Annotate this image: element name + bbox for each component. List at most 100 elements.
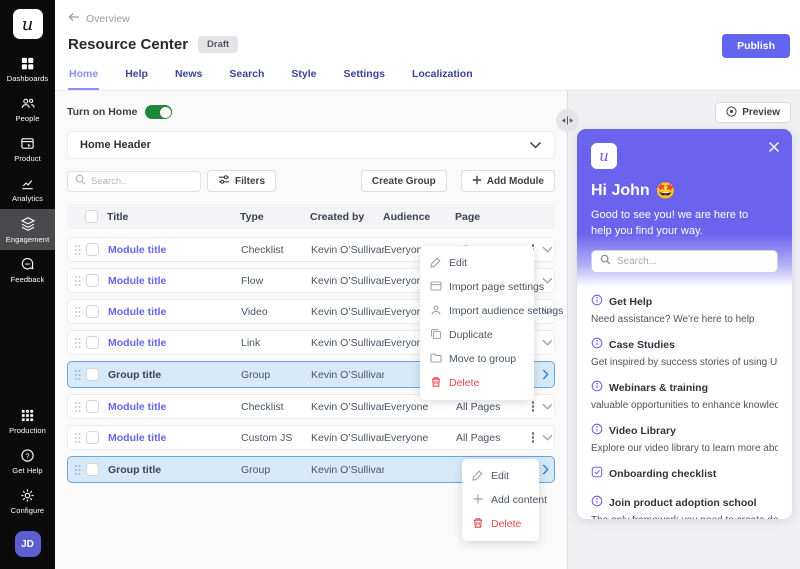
type-cell: Checklist xyxy=(241,244,311,256)
drag-handle-icon[interactable] xyxy=(74,306,86,318)
tab-help[interactable]: Help xyxy=(124,62,149,90)
menu-item-import-audience-settings[interactable]: Import audience settings xyxy=(420,299,534,323)
sidebar-item-analytics[interactable]: Analytics xyxy=(0,169,55,209)
userpilot-logo[interactable]: u xyxy=(13,9,43,39)
sidebar-item-dashboards[interactable]: Dashboards xyxy=(0,49,55,89)
widget-item-get-help[interactable]: Get Help Need assistance? We're here to … xyxy=(591,293,778,325)
greeting-text: Hi John xyxy=(591,182,650,200)
menu-item-move-to-group[interactable]: Move to group xyxy=(420,347,534,371)
drag-handle-icon[interactable] xyxy=(74,337,86,349)
back-label: Overview xyxy=(86,13,130,25)
row-checkbox[interactable] xyxy=(86,243,99,256)
filters-button[interactable]: Filters xyxy=(207,170,276,192)
sidebar-item-feedback[interactable]: Feedback xyxy=(0,250,55,290)
widget-item-onboarding-checklist[interactable]: Onboarding checklist xyxy=(591,465,778,483)
drag-handle-icon[interactable] xyxy=(74,401,86,413)
table-row[interactable]: Module title Custom JS Kevin O’Sullivan … xyxy=(67,425,555,450)
tab-news[interactable]: News xyxy=(174,62,203,90)
row-checkbox[interactable] xyxy=(86,368,99,381)
sidebar-item-product[interactable]: Product xyxy=(0,129,55,169)
sidebar-item-production[interactable]: Production xyxy=(0,401,55,441)
tab-localization[interactable]: Localization xyxy=(411,62,474,90)
trash-icon xyxy=(472,517,484,532)
column-type: Type xyxy=(240,211,310,223)
preview-button[interactable]: Preview xyxy=(715,102,791,123)
row-checkbox[interactable] xyxy=(86,431,99,444)
back-to-overview[interactable]: Overview xyxy=(68,12,130,25)
module-title-link[interactable]: Module title xyxy=(108,275,241,287)
close-icon[interactable] xyxy=(768,141,780,153)
widget-item-case-studies[interactable]: Case Studies Get inspired by success sto… xyxy=(591,336,778,368)
chevron-down-icon[interactable] xyxy=(542,277,557,284)
menu-item-add-content[interactable]: Add content xyxy=(462,488,539,512)
chevron-down-icon[interactable] xyxy=(542,246,557,253)
select-all-checkbox[interactable] xyxy=(85,210,98,223)
drag-handle-icon[interactable] xyxy=(74,464,86,476)
item-title: Webinars & training xyxy=(609,382,708,394)
menu-item-edit[interactable]: Edit xyxy=(462,464,539,488)
widget-search-input[interactable] xyxy=(617,256,769,267)
column-title: Title xyxy=(107,211,240,223)
sidebar-item-people[interactable]: People xyxy=(0,89,55,129)
user-avatar[interactable]: JD xyxy=(15,531,41,557)
menu-item-delete[interactable]: Delete xyxy=(420,371,534,395)
module-title-link[interactable]: Module title xyxy=(108,337,241,349)
widget-item-webinars[interactable]: Webinars & training valuable opportuniti… xyxy=(591,379,778,411)
row-checkbox[interactable] xyxy=(86,463,99,476)
add-module-button[interactable]: Add Module xyxy=(461,170,555,192)
menu-label: Import audience settings xyxy=(449,305,563,317)
module-search[interactable] xyxy=(67,171,201,192)
widget-item-adoption-school[interactable]: Join product adoption school The only fr… xyxy=(591,494,778,519)
chevron-down-icon[interactable] xyxy=(542,403,557,410)
item-title: Get Help xyxy=(609,296,652,308)
chevron-right-icon[interactable] xyxy=(542,464,553,475)
chevron-down-icon[interactable] xyxy=(542,434,557,441)
audience-cell: Everyone xyxy=(384,401,456,413)
row-checkbox[interactable] xyxy=(86,274,99,287)
search-input[interactable] xyxy=(91,176,193,187)
publish-button[interactable]: Publish xyxy=(722,34,790,58)
tab-settings[interactable]: Settings xyxy=(343,62,386,90)
menu-item-duplicate[interactable]: Duplicate xyxy=(420,323,534,347)
chevron-down-icon[interactable] xyxy=(529,136,542,154)
row-checkbox[interactable] xyxy=(86,400,99,413)
module-title-link[interactable]: Module title xyxy=(108,432,241,444)
chevron-right-icon[interactable] xyxy=(542,369,553,380)
drag-handle-icon[interactable] xyxy=(74,275,86,287)
menu-item-import-page-settings[interactable]: Import page settings xyxy=(420,275,534,299)
title-row: Resource Center Draft xyxy=(68,36,238,53)
toolbar: Filters Create Group Add Module xyxy=(67,170,555,192)
create-group-button[interactable]: Create Group xyxy=(361,170,447,192)
column-page: Page xyxy=(455,211,525,223)
sidebar-item-engagement[interactable]: Engagement xyxy=(0,209,55,250)
checklist-icon xyxy=(591,465,603,483)
menu-item-edit[interactable]: Edit xyxy=(420,251,534,275)
sidebar-item-configure[interactable]: Configure xyxy=(0,481,55,521)
widget-search[interactable] xyxy=(591,250,778,273)
tab-home[interactable]: Home xyxy=(68,62,99,90)
pane-resize-handle[interactable] xyxy=(556,109,579,132)
sidebar-item-get-help[interactable]: ? Get Help xyxy=(0,441,55,481)
page-cell: All Pages xyxy=(456,401,526,413)
widget-item-video-library[interactable]: Video Library Explore our video library … xyxy=(591,422,778,454)
tab-search[interactable]: Search xyxy=(228,62,265,90)
production-icon xyxy=(20,408,35,423)
drag-handle-icon[interactable] xyxy=(74,432,86,444)
home-toggle[interactable] xyxy=(145,105,172,119)
chevron-down-icon[interactable] xyxy=(542,339,557,346)
row-actions-kebab[interactable] xyxy=(526,398,540,415)
drag-handle-icon[interactable] xyxy=(74,244,86,256)
menu-item-delete[interactable]: Delete xyxy=(462,512,539,536)
tab-style[interactable]: Style xyxy=(290,62,317,90)
drag-handle-icon[interactable] xyxy=(74,369,86,381)
row-actions-kebab[interactable] xyxy=(526,429,540,446)
module-title-link[interactable]: Module title xyxy=(108,244,241,256)
get-help-icon: ? xyxy=(20,448,35,463)
sidebar-label: Production xyxy=(9,426,46,435)
home-header-section[interactable]: Home Header xyxy=(67,131,555,159)
row-checkbox[interactable] xyxy=(86,336,99,349)
info-icon xyxy=(591,293,603,311)
row-checkbox[interactable] xyxy=(86,305,99,318)
module-title-link[interactable]: Module title xyxy=(108,306,241,318)
module-title-link[interactable]: Module title xyxy=(108,401,241,413)
